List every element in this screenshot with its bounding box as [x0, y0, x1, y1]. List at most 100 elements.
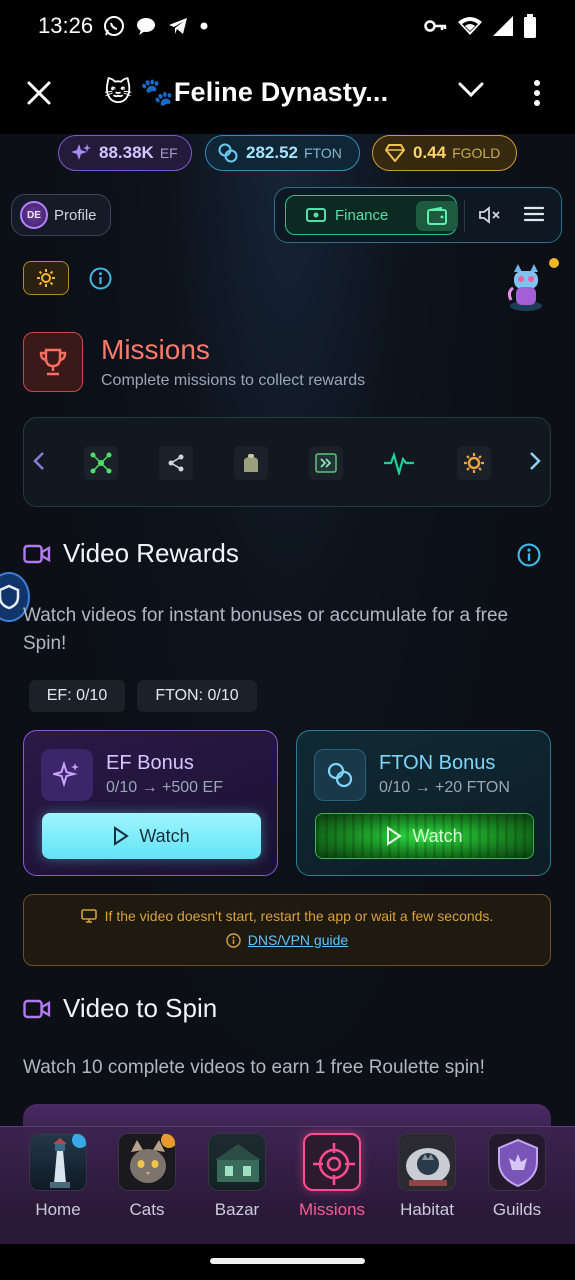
tab-activity-icon[interactable] — [382, 446, 416, 480]
theme-toggle-button[interactable] — [23, 261, 69, 295]
sparkle-icon — [53, 761, 79, 788]
status-bar: 13:26 — [0, 0, 575, 52]
tab-forward-icon[interactable] — [309, 446, 343, 480]
play-icon — [387, 826, 403, 846]
toolbar-divider — [464, 200, 465, 232]
trophy-badge — [23, 332, 83, 392]
chevron-right-icon[interactable] — [528, 451, 542, 471]
fton-balance-unit: FTON — [304, 145, 342, 161]
ef-bonus-card: EF Bonus 0/10 → +500 EF Watch — [23, 730, 278, 876]
ef-watch-button[interactable]: Watch — [42, 813, 261, 859]
avatar: DE — [20, 201, 48, 229]
page-title: Missions — [101, 334, 210, 365]
wallet-button[interactable] — [416, 201, 458, 231]
finance-label: Finance — [335, 206, 389, 224]
video-camera-icon — [23, 999, 51, 1018]
nav-bazar-label: Bazar — [214, 1200, 260, 1219]
warning-text: If the video doesn't start, restart the … — [104, 908, 494, 924]
app-title: 🐱 🐾Feline Dynasty... — [104, 77, 389, 107]
nav-cats[interactable]: Cats — [109, 1133, 185, 1220]
shield-icon — [0, 584, 20, 610]
key-icon — [424, 20, 447, 32]
fgold-balance-pill[interactable]: 0.44 FGOLD — [372, 135, 517, 171]
menu-icon[interactable] — [524, 206, 544, 222]
ef-watch-label: Watch — [139, 825, 190, 846]
close-icon[interactable] — [26, 80, 52, 106]
nav-home[interactable]: Home — [20, 1133, 96, 1220]
habitat-pod-icon — [398, 1133, 456, 1191]
guild-shield-icon — [488, 1133, 546, 1191]
sun-icon — [37, 269, 55, 287]
nav-missions-label: Missions — [298, 1200, 366, 1219]
tab-network-icon[interactable] — [84, 446, 118, 480]
cash-icon — [306, 208, 326, 222]
fton-balance-value: 282.52 — [246, 143, 298, 162]
tab-share-icon[interactable] — [159, 446, 193, 480]
trophy-icon — [39, 348, 67, 376]
coins-icon — [327, 762, 353, 788]
fton-watch-label: Watch — [412, 825, 463, 846]
home-gesture-bar[interactable] — [210, 1258, 365, 1264]
gesture-area — [0, 1244, 575, 1280]
video-rewards-description: Watch videos for instant bonuses or accu… — [23, 605, 509, 654]
dns-vpn-guide-link[interactable]: DNS/VPN guide — [248, 932, 348, 948]
nav-guilds[interactable]: Guilds — [479, 1133, 555, 1220]
info-icon[interactable] — [517, 543, 541, 567]
fton-bonus-badge — [314, 749, 366, 801]
more-options-icon[interactable] — [532, 80, 542, 106]
gear-icon — [464, 453, 484, 473]
nav-habitat[interactable]: Habitat — [389, 1133, 465, 1220]
chevron-down-icon[interactable] — [458, 82, 484, 98]
notification-dot — [549, 258, 559, 268]
finance-button[interactable]: Finance — [285, 195, 458, 235]
diamond-icon — [385, 144, 405, 162]
fton-watch-button[interactable]: Watch — [315, 813, 534, 859]
nav-badge — [72, 1134, 86, 1148]
nav-missions[interactable]: Missions — [294, 1133, 370, 1220]
fton-balance-pill[interactable]: 282.52 FTON — [205, 135, 360, 171]
top-toolbar: Finance — [274, 187, 562, 243]
battery-icon — [524, 14, 536, 38]
video-to-spin-description: Watch 10 complete videos to earn 1 free … — [23, 1057, 485, 1078]
ef-balance-unit: EF — [159, 145, 178, 161]
tab-bag-icon[interactable] — [234, 446, 268, 480]
ef-balance-value: 88.38K — [99, 143, 154, 162]
fton-bonus-progress: 0/10 → +20 FTON — [379, 779, 510, 796]
nav-home-label: Home — [35, 1200, 81, 1219]
chat-icon — [137, 18, 156, 35]
ef-video-counter: EF: 0/10 — [29, 680, 125, 712]
mute-icon[interactable] — [479, 206, 501, 224]
market-icon — [208, 1133, 266, 1191]
profile-button[interactable]: DE Profile — [11, 194, 111, 236]
ef-bonus-progress: 0/10 → +500 EF — [106, 779, 223, 796]
video-rewards-title: Video Rewards — [63, 538, 239, 568]
info-icon[interactable] — [89, 267, 112, 290]
nav-bazar[interactable]: Bazar — [199, 1133, 275, 1220]
fton-bonus-title: FTON Bonus — [379, 752, 496, 774]
tab-settings-icon[interactable] — [457, 446, 491, 480]
cat-mascot-icon[interactable] — [505, 262, 547, 312]
currency-bar: 88.38K EF 282.52 FTON 0.44 FGOLD — [0, 134, 575, 176]
wifi-icon — [458, 17, 482, 35]
fton-bonus-card: FTON Bonus 0/10 → +20 FTON Watch — [296, 730, 551, 876]
lighthouse-icon — [29, 1133, 87, 1191]
fgold-balance-value: 0.44 — [413, 143, 447, 162]
ef-balance-pill[interactable]: 88.38K EF — [58, 135, 192, 171]
ef-bonus-badge — [41, 749, 93, 801]
game-view: 88.38K EF 282.52 FTON 0.44 FGOLD DE Prof… — [0, 134, 575, 1280]
wallet-icon — [427, 207, 447, 225]
video-rewards-heading: Video Rewards — [23, 538, 239, 569]
telegram-icon — [169, 18, 188, 34]
chevron-left-icon[interactable] — [32, 451, 46, 471]
share-icon — [168, 454, 184, 472]
whatsapp-icon — [104, 16, 125, 36]
coins-icon — [218, 143, 238, 163]
video-to-spin-heading: Video to Spin — [23, 993, 217, 1024]
cat-face-icon — [118, 1133, 176, 1191]
nav-habitat-label: Habitat — [400, 1200, 454, 1219]
page-subtitle: Complete missions to collect rewards — [101, 372, 366, 389]
fast-forward-icon — [315, 453, 337, 473]
crosshair-icon — [303, 1133, 361, 1191]
nav-guilds-label: Guilds — [492, 1200, 542, 1219]
monitor-icon — [80, 909, 97, 923]
